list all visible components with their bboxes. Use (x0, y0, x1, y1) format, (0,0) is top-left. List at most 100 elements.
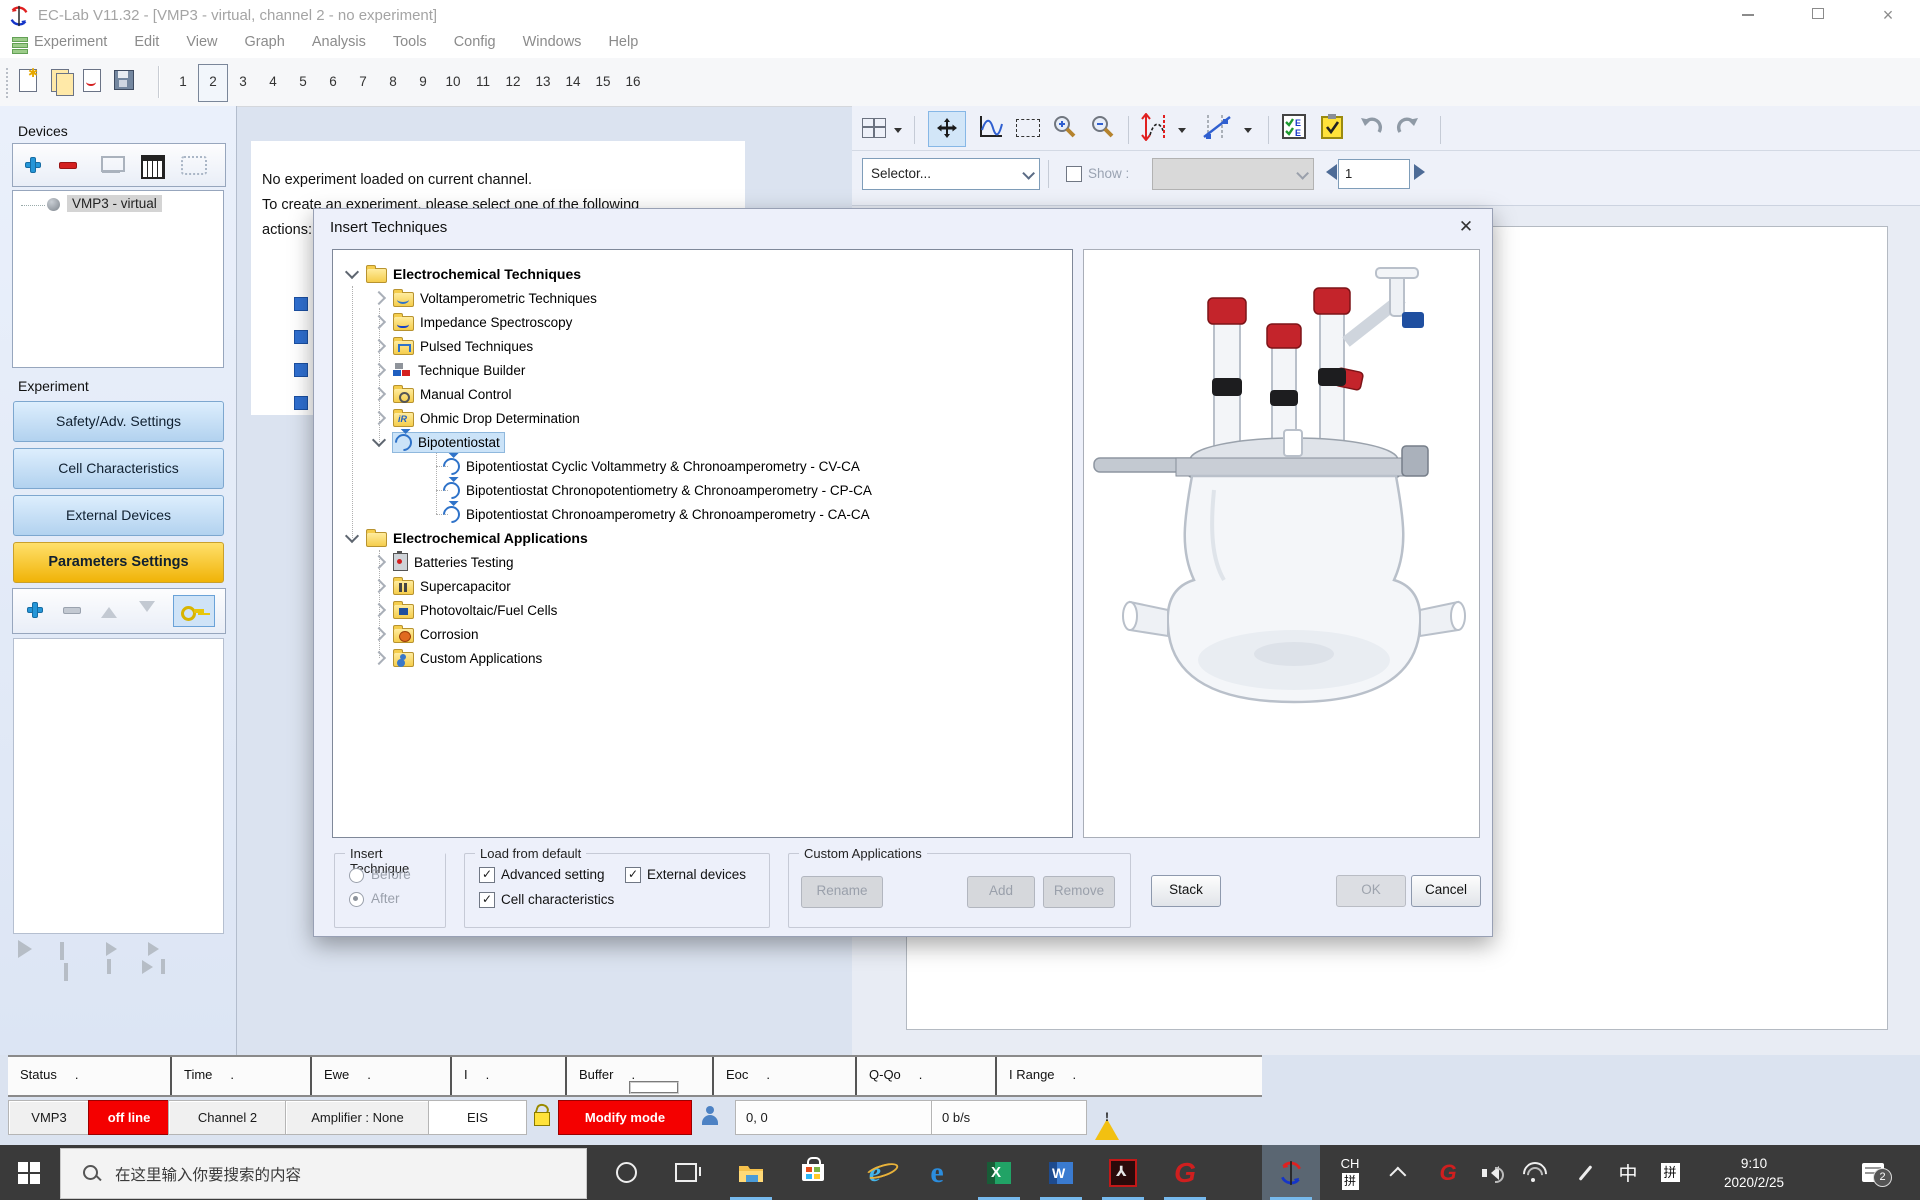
menu-graph[interactable]: Graph (245, 34, 285, 50)
tree-item-custom-applications[interactable]: Custom Applications (333, 648, 1113, 668)
selector-dropdown[interactable]: Selector... (862, 158, 1040, 190)
modify-experiment-icon[interactable] (80, 66, 106, 96)
cortana-button[interactable] (598, 1145, 654, 1200)
chevron-down-icon[interactable] (372, 433, 386, 447)
channel-10[interactable]: 10 (438, 64, 468, 100)
skip-end-icon[interactable] (148, 942, 166, 977)
move-down-icon[interactable] (139, 601, 155, 620)
external-devices-checkbox[interactable]: ✓ (625, 867, 641, 883)
channels-grid-icon[interactable] (141, 155, 165, 179)
tree-item-bipotentiostat-selected[interactable]: Bipotentiostat (333, 432, 1113, 452)
chevron-right-icon[interactable] (372, 339, 386, 353)
chevron-right-icon[interactable] (372, 555, 386, 569)
page-number-input[interactable]: 1 (1338, 159, 1410, 189)
chevron-down-icon[interactable] (345, 529, 359, 543)
tray-volume[interactable] (1472, 1145, 1514, 1200)
parameters-settings-button[interactable]: Parameters Settings (13, 542, 224, 583)
tree-item-electrochemical-techniques[interactable]: Electrochemical Techniques (333, 264, 1086, 284)
chevron-down-icon[interactable] (345, 265, 359, 279)
device-node-label[interactable]: VMP3 - virtual (67, 195, 162, 212)
tree-item-pulsed[interactable]: Pulsed Techniques (333, 336, 1113, 356)
excel-button[interactable]: X (970, 1145, 1028, 1200)
channel-12[interactable]: 12 (498, 64, 528, 100)
slope-dropdown-icon[interactable] (1244, 128, 1252, 137)
undo-icon[interactable] (1358, 114, 1386, 143)
cell-characteristics-checkbox[interactable]: ✓ (479, 892, 495, 908)
tray-clock[interactable]: 9:10 2020/2/25 (1694, 1145, 1814, 1200)
tray-hidden-icons[interactable] (1380, 1145, 1420, 1200)
chevron-right-icon[interactable] (372, 387, 386, 401)
channel-6[interactable]: 6 (318, 64, 348, 100)
file-explorer-button[interactable] (722, 1145, 780, 1200)
remove-device-icon[interactable] (59, 162, 77, 169)
menu-config[interactable]: Config (454, 34, 496, 50)
internet-explorer-button[interactable]: e (846, 1145, 904, 1200)
channel-13[interactable]: 13 (528, 64, 558, 100)
chevron-right-icon[interactable] (372, 627, 386, 641)
chevron-right-icon[interactable] (372, 291, 386, 305)
channel-11[interactable]: 11 (468, 64, 498, 100)
unlock-key-button[interactable] (173, 595, 215, 627)
redo-icon[interactable] (1394, 114, 1422, 143)
page-next-icon[interactable] (1414, 164, 1433, 180)
chevron-right-icon[interactable] (372, 579, 386, 593)
menu-view[interactable]: View (186, 34, 217, 50)
notification-center-button[interactable]: 2 (1838, 1145, 1908, 1200)
refresh-devices-icon[interactable] (181, 156, 207, 175)
chevron-right-icon[interactable] (372, 363, 386, 377)
menu-experiment[interactable]: Experiment (34, 34, 107, 50)
channel-4[interactable]: 4 (258, 64, 288, 100)
tree-item-ca-ca[interactable]: Bipotentiostat Chronoamperometry & Chron… (333, 504, 1182, 524)
safety-adv-settings-button[interactable]: Safety/Adv. Settings (13, 401, 224, 442)
slope-tool-icon[interactable] (1200, 113, 1234, 144)
close-button[interactable]: × (1873, 6, 1903, 24)
save-icon[interactable] (112, 66, 138, 96)
rescale-dropdown-icon[interactable] (1178, 128, 1186, 137)
remove-parameter-icon[interactable] (63, 607, 81, 614)
tree-item-ohmic-drop[interactable]: iR Ohmic Drop Determination (333, 408, 1113, 428)
tree-item-corrosion[interactable]: Corrosion (333, 624, 1113, 644)
zoom-in-icon[interactable] (1052, 114, 1078, 143)
chevron-right-icon[interactable] (372, 651, 386, 665)
tray-language[interactable]: CH 拼 (1328, 1145, 1372, 1200)
external-devices-button[interactable]: External Devices (13, 495, 224, 536)
step-icon[interactable] (106, 942, 124, 977)
ec-lab-taskbar-button[interactable] (1262, 1145, 1320, 1200)
channel-9[interactable]: 9 (408, 64, 438, 100)
move-up-icon[interactable] (101, 599, 117, 618)
stack-button[interactable]: Stack (1151, 875, 1221, 907)
new-experiment-icon[interactable]: ✱ (16, 66, 42, 96)
tree-item-voltamperometric[interactable]: Voltamperometric Techniques (333, 288, 1113, 308)
channel-1[interactable]: 1 (168, 64, 198, 100)
process-data-icon[interactable]: EE (1282, 114, 1308, 143)
channel-14[interactable]: 14 (558, 64, 588, 100)
tree-item-impedance[interactable]: Impedance Spectroscopy (333, 312, 1113, 332)
copy-experiment-icon[interactable] (48, 66, 74, 96)
start-button[interactable] (0, 1145, 58, 1200)
layout-dropdown-icon[interactable] (894, 128, 902, 137)
menu-analysis[interactable]: Analysis (312, 34, 366, 50)
tree-item-cv-ca[interactable]: Bipotentiostat Cyclic Voltammetry & Chro… (333, 456, 1182, 476)
channel-8[interactable]: 8 (378, 64, 408, 100)
chevron-right-icon[interactable] (372, 315, 386, 329)
tray-ime-mode[interactable]: 中 (1608, 1145, 1648, 1200)
taskbar-search[interactable]: 在这里输入你要搜索的内容 (60, 1148, 587, 1199)
tray-ime-pinyin[interactable]: 拼 (1650, 1145, 1690, 1200)
acrobat-button[interactable]: ⅄ (1094, 1145, 1152, 1200)
menu-edit[interactable]: Edit (134, 34, 159, 50)
pause-icon[interactable] (60, 942, 68, 984)
chevron-right-icon[interactable] (372, 411, 386, 425)
edge-button[interactable]: e (908, 1145, 966, 1200)
red-g-app-button[interactable]: G (1156, 1145, 1214, 1200)
layout-grid-icon[interactable] (862, 118, 886, 138)
cell-characteristics-button[interactable]: Cell Characteristics (13, 448, 224, 489)
tree-item-cp-ca[interactable]: Bipotentiostat Chronopotentiometry & Chr… (333, 480, 1182, 500)
tree-item-technique-builder[interactable]: Technique Builder (333, 360, 1113, 380)
chevron-right-icon[interactable] (372, 603, 386, 617)
channel-16[interactable]: 16 (618, 64, 648, 100)
tray-g-app[interactable]: G (1428, 1145, 1468, 1200)
channel-5[interactable]: 5 (288, 64, 318, 100)
axis-scale-icon[interactable] (976, 114, 1004, 143)
tray-pen[interactable] (1564, 1145, 1606, 1200)
tree-item-electrochemical-applications[interactable]: Electrochemical Applications (333, 528, 1086, 548)
